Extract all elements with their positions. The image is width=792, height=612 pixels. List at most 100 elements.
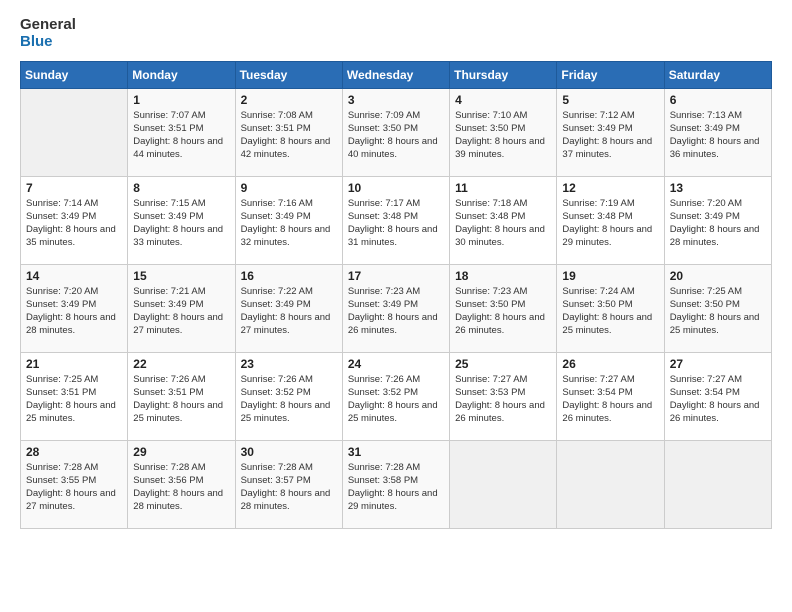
day-number: 4 [455,93,551,107]
day-number: 18 [455,269,551,283]
calendar-cell: 12 Sunrise: 7:19 AMSunset: 3:48 PMDayligh… [557,176,664,264]
calendar-cell: 26 Sunrise: 7:27 AMSunset: 3:54 PMDayligh… [557,352,664,440]
day-number: 24 [348,357,444,371]
calendar-cell: 17 Sunrise: 7:23 AMSunset: 3:49 PMDayligh… [342,264,449,352]
day-number: 13 [670,181,766,195]
day-number: 25 [455,357,551,371]
day-number: 6 [670,93,766,107]
calendar-cell: 23Sunrise: 7:26 AMSunset: 3:52 PMDayligh… [235,352,342,440]
day-info: Sunrise: 7:27 AMSunset: 3:53 PMDaylight:… [455,373,551,426]
day-number: 15 [133,269,229,283]
calendar-cell: 18 Sunrise: 7:23 AMSunset: 3:50 PMDayligh… [450,264,557,352]
logo: General Blue General Blue [20,16,76,51]
day-info: Sunrise: 7:28 AMSunset: 3:56 PMDaylight:… [133,461,229,514]
day-info: Sunrise: 7:10 AMSunset: 3:50 PMDaylight:… [455,109,551,162]
day-number: 10 [348,181,444,195]
day-info: Sunrise: 7:18 AMSunset: 3:48 PMDaylight:… [455,197,551,250]
day-number: 26 [562,357,658,371]
calendar-cell: 7 Sunrise: 7:14 AMSunset: 3:49 PMDaylight… [21,176,128,264]
calendar-header-saturday: Saturday [664,61,771,88]
calendar-header-sunday: Sunday [21,61,128,88]
calendar-cell [664,440,771,528]
day-info: Sunrise: 7:15 AMSunset: 3:49 PMDaylight:… [133,197,229,250]
day-number: 5 [562,93,658,107]
calendar-header-tuesday: Tuesday [235,61,342,88]
day-info: Sunrise: 7:07 AMSunset: 3:51 PMDaylight:… [133,109,229,162]
calendar-cell: 24 Sunrise: 7:26 AMSunset: 3:52 PMDayligh… [342,352,449,440]
day-info: Sunrise: 7:26 AMSunset: 3:51 PMDaylight:… [133,373,229,426]
day-info: Sunrise: 7:14 AMSunset: 3:49 PMDaylight:… [26,197,122,250]
day-info: Sunrise: 7:23 AMSunset: 3:50 PMDaylight:… [455,285,551,338]
day-info: Sunrise: 7:26 AMSunset: 3:52 PMDaylight:… [348,373,444,426]
day-info: Sunrise: 7:16 AMSunset: 3:49 PMDaylight:… [241,197,337,250]
day-number: 19 [562,269,658,283]
day-number: 30 [241,445,337,459]
day-number: 28 [26,445,122,459]
day-info: Sunrise: 7:25 AMSunset: 3:51 PMDaylight:… [26,373,122,426]
calendar-cell: 3 Sunrise: 7:09 AMSunset: 3:50 PMDaylight… [342,88,449,176]
calendar-cell: 4 Sunrise: 7:10 AMSunset: 3:50 PMDaylight… [450,88,557,176]
calendar-week-4: 21 Sunrise: 7:25 AMSunset: 3:51 PMDayligh… [21,352,772,440]
calendar-cell: 1Sunrise: 7:07 AMSunset: 3:51 PMDaylight… [128,88,235,176]
calendar-cell: 29 Sunrise: 7:28 AMSunset: 3:56 PMDayligh… [128,440,235,528]
day-number: 9 [241,181,337,195]
calendar-cell: 31 Sunrise: 7:28 AMSunset: 3:58 PMDayligh… [342,440,449,528]
calendar-cell: 14 Sunrise: 7:20 AMSunset: 3:49 PMDayligh… [21,264,128,352]
day-info: Sunrise: 7:28 AMSunset: 3:57 PMDaylight:… [241,461,337,514]
calendar-cell: 15Sunrise: 7:21 AMSunset: 3:49 PMDayligh… [128,264,235,352]
day-info: Sunrise: 7:20 AMSunset: 3:49 PMDaylight:… [26,285,122,338]
day-number: 11 [455,181,551,195]
calendar-cell: 11 Sunrise: 7:18 AMSunset: 3:48 PMDayligh… [450,176,557,264]
day-number: 29 [133,445,229,459]
calendar-header-friday: Friday [557,61,664,88]
calendar-cell: 28 Sunrise: 7:28 AMSunset: 3:55 PMDayligh… [21,440,128,528]
day-number: 8 [133,181,229,195]
calendar-cell: 10 Sunrise: 7:17 AMSunset: 3:48 PMDayligh… [342,176,449,264]
page-header: General Blue General Blue [20,16,772,51]
logo-general: General [20,16,76,33]
day-number: 7 [26,181,122,195]
calendar-cell: 13 Sunrise: 7:20 AMSunset: 3:49 PMDayligh… [664,176,771,264]
day-number: 3 [348,93,444,107]
calendar-cell [557,440,664,528]
calendar-header-thursday: Thursday [450,61,557,88]
day-number: 14 [26,269,122,283]
day-number: 12 [562,181,658,195]
day-info: Sunrise: 7:26 AMSunset: 3:52 PMDaylight:… [241,373,337,426]
calendar-cell: 21 Sunrise: 7:25 AMSunset: 3:51 PMDayligh… [21,352,128,440]
calendar-cell: 22 Sunrise: 7:26 AMSunset: 3:51 PMDayligh… [128,352,235,440]
day-number: 20 [670,269,766,283]
calendar-cell: 16Sunrise: 7:22 AMSunset: 3:49 PMDayligh… [235,264,342,352]
day-info: Sunrise: 7:08 AMSunset: 3:51 PMDaylight:… [241,109,337,162]
calendar-week-3: 14 Sunrise: 7:20 AMSunset: 3:49 PMDayligh… [21,264,772,352]
calendar-cell: 9 Sunrise: 7:16 AMSunset: 3:49 PMDaylight… [235,176,342,264]
day-info: Sunrise: 7:27 AMSunset: 3:54 PMDaylight:… [562,373,658,426]
day-number: 17 [348,269,444,283]
calendar-header-row: SundayMondayTuesdayWednesdayThursdayFrid… [21,61,772,88]
day-info: Sunrise: 7:13 AMSunset: 3:49 PMDaylight:… [670,109,766,162]
day-info: Sunrise: 7:24 AMSunset: 3:50 PMDaylight:… [562,285,658,338]
day-number: 2 [241,93,337,107]
day-info: Sunrise: 7:19 AMSunset: 3:48 PMDaylight:… [562,197,658,250]
day-info: Sunrise: 7:12 AMSunset: 3:49 PMDaylight:… [562,109,658,162]
calendar-cell: 30 Sunrise: 7:28 AMSunset: 3:57 PMDayligh… [235,440,342,528]
calendar-cell: 6 Sunrise: 7:13 AMSunset: 3:49 PMDaylight… [664,88,771,176]
day-number: 21 [26,357,122,371]
calendar-cell: 5 Sunrise: 7:12 AMSunset: 3:49 PMDaylight… [557,88,664,176]
day-info: Sunrise: 7:20 AMSunset: 3:49 PMDaylight:… [670,197,766,250]
day-info: Sunrise: 7:25 AMSunset: 3:50 PMDaylight:… [670,285,766,338]
day-number: 22 [133,357,229,371]
day-info: Sunrise: 7:28 AMSunset: 3:58 PMDaylight:… [348,461,444,514]
day-info: Sunrise: 7:28 AMSunset: 3:55 PMDaylight:… [26,461,122,514]
day-info: Sunrise: 7:09 AMSunset: 3:50 PMDaylight:… [348,109,444,162]
calendar-cell [21,88,128,176]
day-info: Sunrise: 7:17 AMSunset: 3:48 PMDaylight:… [348,197,444,250]
calendar-cell [450,440,557,528]
calendar-cell: 2 Sunrise: 7:08 AMSunset: 3:51 PMDaylight… [235,88,342,176]
calendar-header-wednesday: Wednesday [342,61,449,88]
day-info: Sunrise: 7:23 AMSunset: 3:49 PMDaylight:… [348,285,444,338]
day-number: 31 [348,445,444,459]
calendar-week-5: 28 Sunrise: 7:28 AMSunset: 3:55 PMDayligh… [21,440,772,528]
page-container: General Blue General Blue SundayMondayTu… [0,0,792,612]
calendar-cell: 8 Sunrise: 7:15 AMSunset: 3:49 PMDaylight… [128,176,235,264]
